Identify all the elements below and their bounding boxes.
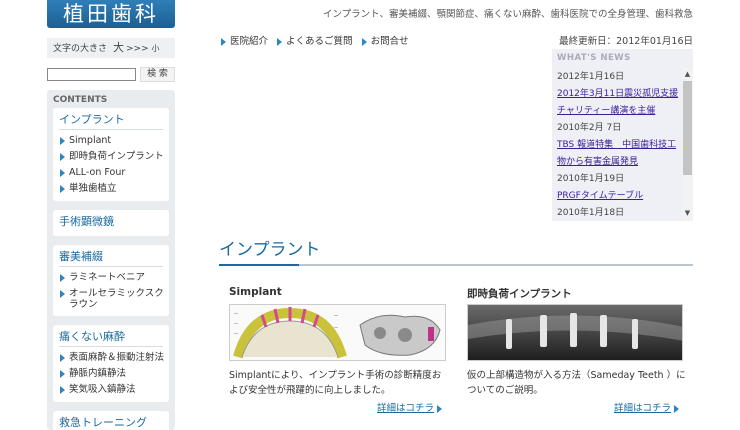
sidebar-item-laminate-veneer[interactable]: ラミネートベニア <box>59 270 169 286</box>
font-size-control: 文字の大きさ大 >>> 小 <box>47 38 175 58</box>
news-date: 2010年1月19日 <box>557 174 625 184</box>
scroll-down-icon[interactable]: ▼ <box>682 208 693 219</box>
news-panel: WHAT'S NEWS 2012年1月16日 2012年3月11日震災孤児支援チ… <box>552 49 693 221</box>
sidebar-heading-painless-anesthesia[interactable]: 痛くない麻酔 <box>59 329 163 347</box>
svg-text:—: — <box>334 325 338 330</box>
svg-text:—: — <box>334 313 338 318</box>
font-size-arrows: >>> <box>126 44 149 54</box>
sidebar-section-esthetic: 審美補綴 ラミネートベニア オールセラミックスクラウン <box>53 245 169 316</box>
news-link[interactable]: PRGFタイムテーブル <box>557 188 679 205</box>
font-size-small-button[interactable]: 小 <box>152 44 160 53</box>
sidebar-heading-implant[interactable]: インプラント <box>59 112 163 130</box>
search-input[interactable] <box>47 68 136 81</box>
nav-link-clinic[interactable]: 医院紹介 <box>221 36 268 47</box>
search-button[interactable]: 検 索 <box>140 67 175 82</box>
sidebar-section-emergency-training: 救急トレーニング <box>53 411 169 430</box>
section-heading-implant: インプラント <box>219 240 693 266</box>
sidebar-item-simplant[interactable]: Simplant <box>59 133 169 149</box>
font-size-large-button[interactable]: 大 <box>113 41 124 54</box>
sidebar-item-nitrous-sedation[interactable]: 笑気吸入鎮静法 <box>59 382 169 398</box>
card-text-simplant: Simplantにより、インプラント手術の診断精度および安全性が飛躍的に向上しま… <box>229 370 442 396</box>
card-more-link-immediate-load[interactable]: 詳細はコチラ <box>614 400 679 414</box>
xray-image[interactable] <box>467 304 683 361</box>
site-logo[interactable]: 植田歯科 <box>47 0 175 28</box>
simplant-image[interactable]: — — — — — <box>229 304 446 361</box>
sidebar-item-immediate-load[interactable]: 即時負荷インプラント <box>59 149 169 165</box>
nav-link-contact[interactable]: お問合せ <box>362 36 409 47</box>
card-more-link-simplant[interactable]: 詳細はコチラ <box>377 400 442 414</box>
sidebar-item-surface-anesthesia[interactable]: 表面麻酔＆振動注射法 <box>59 350 169 366</box>
top-nav: 医院紹介 よくあるご質問 お問合せ <box>221 33 415 47</box>
page: 植田歯科 インプラント、審美補綴、顎関節症、痛くない麻酔、歯科医院での全身管理、… <box>0 0 740 430</box>
sidebar-item-all-on-four[interactable]: ALL-on Four <box>59 165 169 181</box>
news-link[interactable]: TBS 報道特集 中国歯科技工物から有害金属発見 <box>557 137 679 171</box>
sidebar-heading-microscope[interactable]: 手術顕微鏡 <box>59 214 163 232</box>
news-title: WHAT'S NEWS <box>557 53 631 63</box>
news-list: 2012年1月16日 2012年3月11日震災孤児支援チャリティー講演を主催 2… <box>552 67 693 221</box>
sidebar-title: CONTENTS <box>53 95 108 105</box>
news-scrollbar-thumb[interactable] <box>683 81 692 175</box>
last-updated: 最終更新日：2012年01月16日 <box>559 36 693 47</box>
nav-link-faq[interactable]: よくあるご質問 <box>277 36 353 47</box>
svg-text:—: — <box>234 321 238 326</box>
news-date: 2010年2月 7日 <box>557 123 622 133</box>
sidebar-item-all-ceramic-crown[interactable]: オールセラミックスクラウン <box>59 286 169 312</box>
sidebar-section-painless-anesthesia: 痛くない麻酔 表面麻酔＆振動注射法 静脈内鎮静法 笑気吸入鎮静法 <box>53 325 169 402</box>
news-date: 2010年1月18日 <box>557 208 625 218</box>
card-title-simplant: Simplant <box>229 286 282 298</box>
scroll-up-icon[interactable]: ▲ <box>682 69 693 80</box>
sidebar: CONTENTS インプラント Simplant 即時負荷インプラント ALL-… <box>47 90 175 430</box>
news-link[interactable]: 2012年3月11日震災孤児支援チャリティー講演を主催 <box>557 86 679 120</box>
sidebar-heading-esthetic[interactable]: 審美補綴 <box>59 249 163 267</box>
sidebar-item-iv-sedation[interactable]: 静脈内鎮静法 <box>59 366 169 382</box>
sidebar-section-implant: インプラント Simplant 即時負荷インプラント ALL-on Four 単… <box>53 108 169 201</box>
sidebar-item-single-tooth[interactable]: 単独歯植立 <box>59 181 169 197</box>
site-tagline: インプラント、審美補綴、顎関節症、痛くない麻酔、歯科医院での全身管理、歯科救急 <box>322 9 693 20</box>
svg-text:—: — <box>234 331 238 336</box>
svg-text:—: — <box>234 311 238 316</box>
font-size-label: 文字の大きさ <box>53 44 108 54</box>
card-title-immediate-load: 即時負荷インプラント <box>467 288 572 300</box>
sidebar-heading-emergency-training[interactable]: 救急トレーニング <box>59 415 163 430</box>
sidebar-section-microscope: 手術顕微鏡 <box>53 210 169 236</box>
card-text-immediate-load: 仮の上部構造物が入る方法（Sameday Teeth ）についてのご説明。 <box>467 370 686 396</box>
news-date: 2012年1月16日 <box>557 72 625 82</box>
